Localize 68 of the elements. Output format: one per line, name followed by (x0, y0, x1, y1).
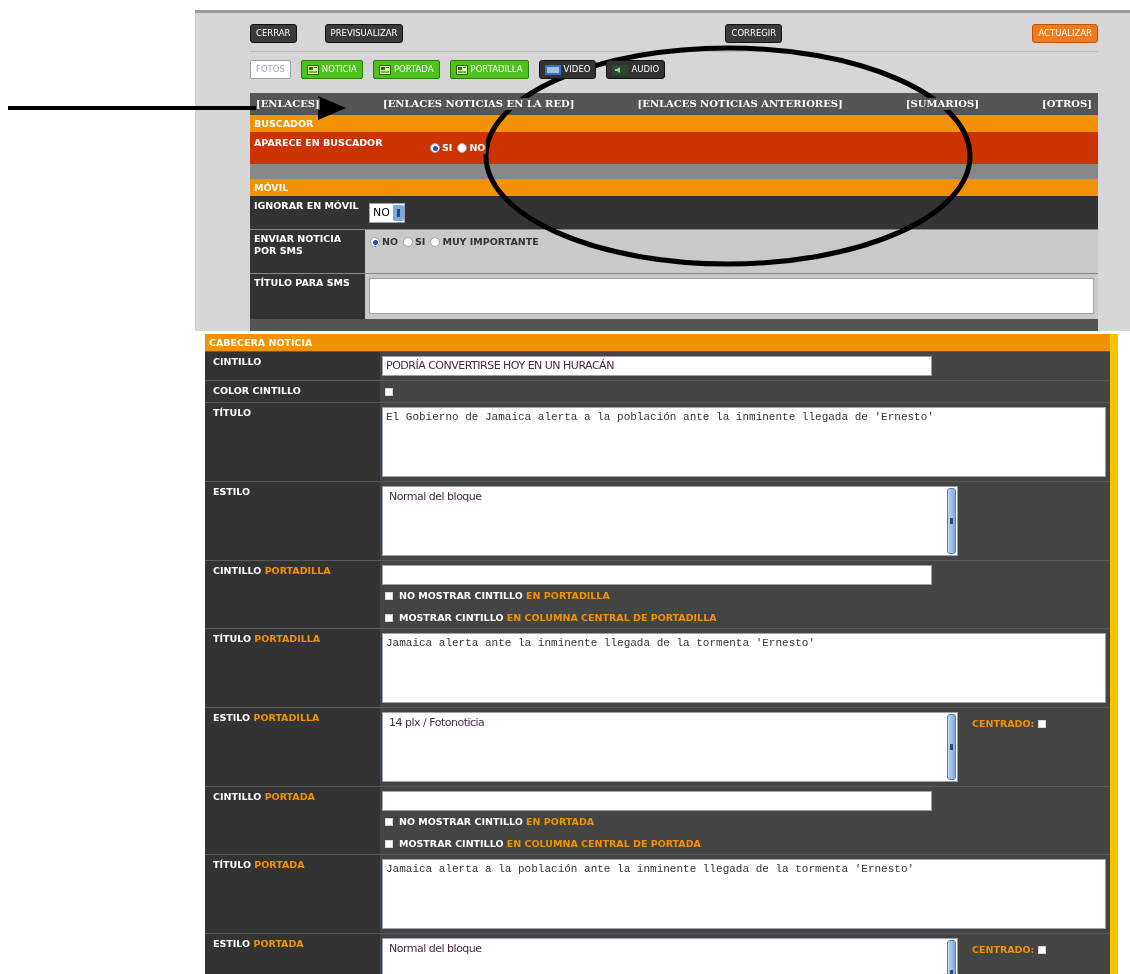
field-label: CINTILLO PORTADA (213, 791, 315, 802)
checkbox[interactable] (385, 614, 393, 622)
scrollbar[interactable] (947, 714, 956, 780)
section-tab[interactable]: [ENLACES] (256, 98, 320, 110)
centrado-label: CENTRADO: (972, 944, 1035, 956)
section-header: CABECERA NOTICIA (205, 334, 1110, 351)
text-area[interactable]: Jamaica alerta ante la inminente llegada de la tormenta 'Ernesto' (382, 633, 1106, 703)
select-field[interactable]: NO (369, 202, 405, 223)
radio-button[interactable] (430, 237, 441, 247)
field-label: TÍTULO (213, 407, 251, 418)
field-label: TÍTULO PORTADILLA (213, 633, 321, 644)
text-area[interactable]: El Gobierno de Jamaica alerta a la población ante la inminente llegada de 'Ernesto' (382, 407, 1106, 477)
section-tab[interactable]: [ENLACES NOTICIAS ANTERIORES] (637, 98, 843, 110)
radio-label: NO (382, 236, 399, 248)
style-listbox[interactable]: 14 plx / Fotonoticia (382, 712, 958, 782)
radio-button[interactable] (370, 237, 380, 247)
text-field[interactable]: PODRÍA CONVERTIRSE HOY EN UN HURACÁN (382, 356, 932, 376)
toolbar-button[interactable]: CORREGIR (725, 23, 783, 43)
field-label: TÍTULO PORTADA (213, 859, 305, 870)
section-tab[interactable]: [ENLACES NOTICIAS EN LA RED] (382, 98, 575, 110)
film-icon (544, 64, 561, 75)
style-listbox[interactable]: Normal del bloque (382, 938, 958, 974)
checkbox-label: NO MOSTRAR CINTILLO EN PORTADA (399, 816, 595, 828)
field-label: COLOR CINTILLO (213, 385, 301, 396)
field-label: CINTILLO PORTADILLA (213, 565, 331, 576)
section-tab[interactable]: [OTROS] (1042, 98, 1092, 110)
document-icon (455, 64, 468, 75)
checkbox[interactable] (1038, 720, 1047, 728)
checkbox[interactable] (385, 592, 393, 600)
section-tab[interactable]: [SUMARIOS] (905, 98, 979, 110)
radio-label: SI (415, 236, 426, 248)
text-field[interactable] (382, 565, 932, 585)
radio-button[interactable] (403, 237, 414, 247)
checkbox[interactable] (1038, 946, 1047, 954)
radio-label: NO (469, 142, 486, 154)
checkbox[interactable] (385, 818, 393, 826)
field-label: CINTILLO (213, 356, 262, 367)
toolbar-button[interactable]: PREVISUALIZAR (324, 23, 404, 43)
document-icon (306, 64, 319, 75)
field-label: ESTILO PORTADILLA (213, 712, 320, 723)
field-label: TÍTULO PARA SMS (254, 277, 350, 288)
toolbar-button[interactable]: VIDEO (538, 60, 597, 79)
checkbox[interactable] (385, 388, 393, 396)
toolbar-button[interactable]: AUDIO (606, 60, 666, 79)
speaker-icon (612, 64, 629, 75)
text-area[interactable]: Jamaica alerta a la población ante la inminente llegada de la tormenta 'Ernesto' (382, 859, 1106, 929)
checkbox[interactable] (385, 840, 393, 848)
field-label: IGNORAR EN MÓVIL (254, 200, 359, 211)
text-field[interactable] (369, 278, 1094, 314)
section-header: BUSCADOR (250, 115, 1098, 132)
checkbox-label: MOSTRAR CINTILLO EN COLUMNA CENTRAL DE PORTADA (399, 838, 701, 850)
section-header: MÓVIL (250, 179, 1098, 196)
radio-button[interactable] (430, 143, 440, 153)
centrado-label: CENTRADO: (972, 718, 1035, 730)
scrollbar[interactable] (947, 488, 956, 554)
field-label: APARECE EN BUSCADOR (254, 137, 383, 148)
toolbar-button[interactable]: CERRAR (250, 23, 297, 43)
field-label: ESTILO PORTADA (213, 938, 304, 949)
text-field[interactable] (382, 791, 932, 811)
style-listbox[interactable]: Normal del bloque (382, 486, 958, 556)
radio-label: MUY IMPORTANTE (442, 236, 539, 248)
document-icon (378, 64, 391, 75)
radio-button[interactable] (457, 143, 468, 153)
field-label: ESTILO (213, 486, 251, 497)
radio-label: SI (442, 142, 453, 154)
checkbox-label: NO MOSTRAR CINTILLO EN PORTADILLA (399, 590, 610, 602)
checkbox-label: MOSTRAR CINTILLO EN COLUMNA CENTRAL DE PORTADILLA (399, 612, 717, 624)
field-label: ENVIAR NOTICIA POR SMS (254, 233, 342, 256)
